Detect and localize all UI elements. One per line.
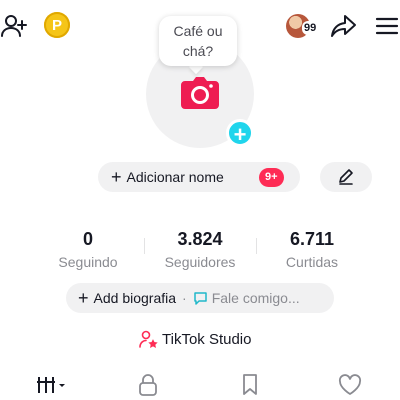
camera-icon[interactable]	[180, 76, 220, 110]
stat-value: 6.711	[289, 229, 335, 249]
stat-value: 3.824	[177, 229, 223, 249]
stat-label: Seguidores	[164, 254, 236, 270]
edit-profile-button[interactable]	[320, 162, 372, 192]
pencil-icon	[339, 169, 353, 185]
tiktok-studio-label: TikTok Studio	[162, 330, 252, 348]
status-bubble[interactable]: Café ou chá?	[159, 16, 237, 66]
divider	[144, 238, 145, 254]
coin-icon[interactable]: P	[44, 12, 70, 38]
separator: ·	[182, 290, 187, 306]
stat-label: Seguindo	[58, 254, 118, 270]
stat-value: 0	[82, 229, 93, 249]
heart-icon	[338, 374, 362, 395]
stat-label: Curtidas	[285, 254, 339, 270]
stat-followers[interactable]: 3.824 Seguidores	[155, 228, 245, 272]
add-avatar-badge[interactable]: +	[226, 119, 254, 147]
tab-saved[interactable]	[230, 372, 270, 398]
tiktok-studio-icon	[139, 330, 158, 348]
menu-icon	[375, 17, 399, 35]
plus-icon: +	[111, 166, 122, 187]
tab-private[interactable]	[128, 372, 168, 398]
plus-icon: +	[78, 287, 89, 308]
add-name-button[interactable]: + Adicionar nome 9+	[98, 162, 300, 192]
menu-button[interactable]	[374, 12, 400, 40]
message-placeholder: Fale comigo...	[211, 290, 300, 306]
add-user-icon	[1, 15, 27, 37]
chat-bubble-icon	[193, 291, 207, 305]
profile-notification[interactable]: 99	[286, 14, 320, 40]
share-icon	[331, 15, 356, 37]
add-bio-button[interactable]: + Add biografia · Fale comigo...	[66, 283, 334, 313]
bookmark-icon	[243, 374, 257, 395]
add-name-label: Adicionar nome	[126, 169, 224, 185]
add-user-button[interactable]	[0, 12, 28, 40]
tab-videos[interactable]	[32, 372, 72, 398]
share-button[interactable]	[328, 12, 358, 40]
tab-liked[interactable]	[330, 372, 370, 398]
stat-likes[interactable]: 6.711 Curtidas	[267, 228, 357, 272]
add-bio-label: Add biografia	[93, 290, 177, 306]
divider	[256, 238, 257, 254]
name-badge: 9+	[259, 168, 284, 187]
coin-letter: P	[51, 16, 62, 34]
notification-count: 99	[302, 21, 319, 35]
grid-bars-icon	[37, 377, 65, 393]
lock-icon	[139, 374, 157, 396]
stat-following[interactable]: 0 Seguindo	[43, 228, 133, 272]
tiktok-studio-link[interactable]: TikTok Studio	[138, 327, 251, 351]
